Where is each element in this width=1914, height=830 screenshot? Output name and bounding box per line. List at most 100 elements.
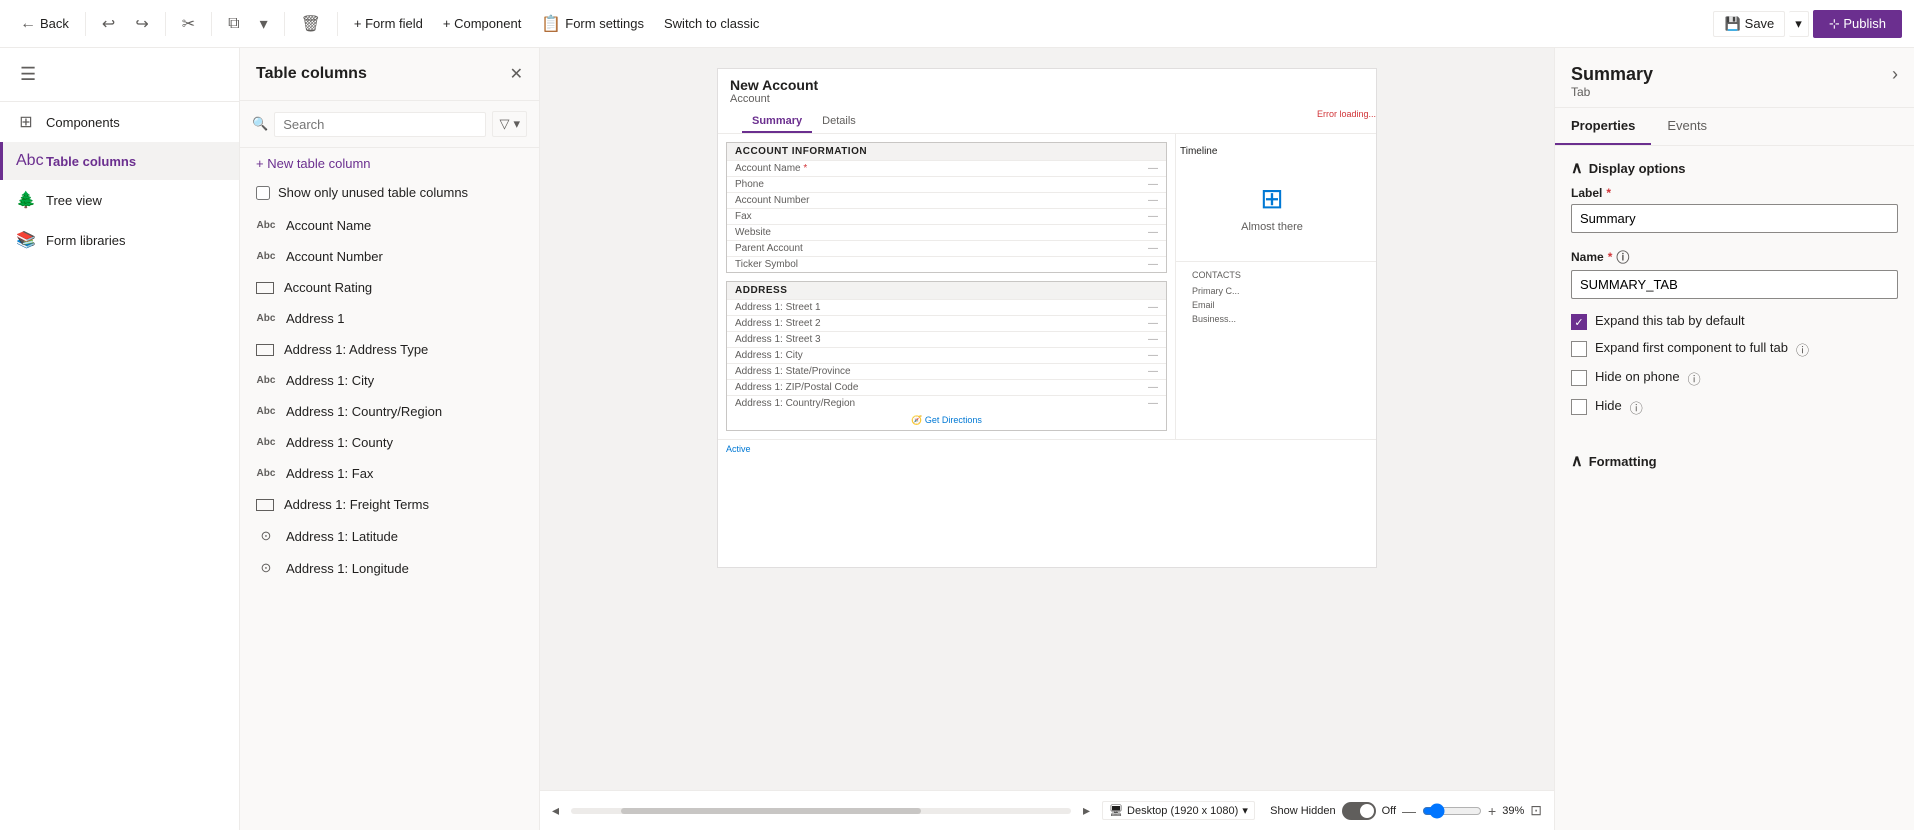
save-dropdown-button[interactable]: ▾ [1789, 11, 1809, 37]
main-layout: ☰ ⊞ Components Abc Table columns 🌲 Tree … [0, 48, 1914, 830]
error-loading-badge: Error loading... [1317, 109, 1376, 119]
address-header: ADDRESS [727, 282, 1166, 299]
name-field-label-text: Name [1571, 250, 1604, 264]
back-button[interactable]: ← Back [12, 11, 77, 37]
cut-button[interactable]: ✂ [174, 10, 203, 38]
hide-info-icon[interactable]: ⓘ [1630, 398, 1643, 417]
right-panel-nav-button[interactable]: › [1892, 64, 1898, 85]
redo-button[interactable]: ↪ [127, 10, 156, 38]
almost-there-label: Almost there [1241, 221, 1303, 233]
list-item[interactable]: Abc Address 1: City [240, 365, 539, 396]
show-unused-checkbox[interactable] [256, 186, 270, 200]
name-required-star: * [1608, 250, 1613, 264]
name-field-input[interactable] [1571, 270, 1898, 299]
tab-details[interactable]: Details [812, 111, 866, 133]
expand-full-checkbox[interactable] [1571, 341, 1587, 357]
hide-label: Hide [1595, 398, 1622, 413]
paste-button[interactable]: ⧉ [220, 11, 247, 37]
switch-classic-button[interactable]: Switch to classic [656, 12, 767, 35]
email-field-preview: Email [1184, 298, 1368, 312]
undo-button[interactable]: ↩ [94, 10, 123, 38]
label-field-group: Label * [1571, 186, 1898, 233]
field-street1: Address 1: Street 1 — [727, 299, 1166, 315]
list-item[interactable]: Address 1: Freight Terms [240, 489, 539, 520]
address-section: ADDRESS Address 1: Street 1 — Address 1:… [726, 281, 1167, 431]
tab-properties[interactable]: Properties [1555, 108, 1651, 145]
search-input[interactable] [274, 112, 486, 137]
hide-phone-checkbox[interactable] [1571, 370, 1587, 386]
field-fax: Fax — [727, 208, 1166, 224]
list-item[interactable]: Account Rating [240, 272, 539, 303]
form-subtitle: Account [730, 93, 1364, 105]
fit-screen-button[interactable]: ⊡ [1530, 802, 1542, 819]
tab-summary[interactable]: Summary [742, 111, 812, 133]
expand-default-checkbox[interactable] [1571, 314, 1587, 330]
name-info-icon[interactable]: ⓘ [1616, 247, 1629, 266]
sidebar-item-form-libraries[interactable]: 📚 Form libraries [0, 220, 239, 260]
list-item[interactable]: Abc Address 1: County [240, 427, 539, 458]
show-hidden-toggle[interactable] [1342, 802, 1376, 820]
scroll-left-button[interactable]: ◂ [552, 802, 559, 819]
right-panel-header: Summary Tab › [1555, 48, 1914, 108]
device-selector[interactable]: 🖥 Desktop (1920 x 1080) ▾ [1102, 801, 1255, 820]
list-item[interactable]: Address 1: Address Type [240, 334, 539, 365]
form-settings-icon: 📋 [541, 14, 561, 34]
field-phone: Phone — [727, 176, 1166, 192]
save-icon: 💾 [1724, 16, 1740, 32]
formatting-section-header[interactable]: ∧ Formatting [1555, 439, 1914, 479]
add-component-button[interactable]: + Component [435, 12, 529, 35]
panel-search-area: 🔍 ▽ ▾ [240, 101, 539, 148]
zoom-in-button[interactable]: + [1488, 803, 1496, 819]
table-columns-panel: Table columns ✕ 🔍 ▽ ▾ + New table column… [240, 48, 540, 830]
sidebar-item-components[interactable]: ⊞ Components [0, 102, 239, 142]
tab-events[interactable]: Events [1651, 108, 1723, 145]
field-ticker-symbol: Ticker Symbol — [727, 256, 1166, 272]
list-item[interactable]: ⊙ Address 1: Longitude [240, 552, 539, 584]
list-item[interactable]: Abc Address 1: Fax [240, 458, 539, 489]
form-settings-button[interactable]: 📋 Form settings [533, 10, 652, 38]
form-status-bar: Active [718, 439, 1376, 458]
col-label-address-type: Address 1: Address Type [284, 342, 428, 357]
add-new-column-button[interactable]: + New table column [240, 148, 539, 179]
name-field-label: Name * ⓘ [1571, 247, 1898, 266]
list-item[interactable]: Abc Account Number [240, 241, 539, 272]
monitor-icon: 🖥 [1109, 804, 1123, 817]
status-label: Active [726, 444, 751, 454]
paste-dropdown-button[interactable]: ▾ [252, 10, 276, 38]
add-form-field-button[interactable]: + Form field [346, 12, 431, 35]
hide-phone-info-icon[interactable]: ⓘ [1688, 369, 1701, 388]
horizontal-scrollbar[interactable] [571, 808, 1071, 814]
list-item[interactable]: Abc Address 1: Country/Region [240, 396, 539, 427]
zoom-out-button[interactable]: — [1402, 803, 1416, 819]
business-field-preview: Business... [1184, 312, 1368, 326]
hamburger-button[interactable]: ☰ [16, 60, 40, 89]
toggle-state-label: Off [1382, 805, 1396, 817]
display-options-chevron-icon: ∧ [1571, 158, 1583, 178]
get-directions-label: 🧭 Get Directions [911, 415, 982, 425]
get-directions-button[interactable]: 🧭 Get Directions [727, 411, 1166, 430]
column-list: Abc Account Name Abc Account Number Acco… [240, 210, 539, 830]
expand-full-info-icon[interactable]: ⓘ [1796, 340, 1809, 359]
list-item[interactable]: Abc Account Name [240, 210, 539, 241]
panel-close-button[interactable]: ✕ [510, 64, 523, 84]
save-button[interactable]: 💾 Save [1713, 11, 1785, 37]
hide-phone-label: Hide on phone [1595, 369, 1680, 384]
zoom-slider[interactable] [1422, 803, 1482, 819]
components-label: Components [46, 115, 120, 130]
scroll-right-button[interactable]: ▸ [1083, 802, 1090, 819]
label-field-input[interactable] [1571, 204, 1898, 233]
hide-checkbox[interactable] [1571, 399, 1587, 415]
publish-button[interactable]: ⊹ Publish [1813, 10, 1902, 38]
device-label: Desktop (1920 x 1080) [1127, 805, 1238, 817]
col-icon-address-county: Abc [256, 437, 276, 448]
display-options-section-header[interactable]: ∧ Display options [1555, 146, 1914, 186]
contacts-label: CONTACTS [1184, 266, 1368, 284]
add-component-label: + Component [443, 16, 521, 31]
list-item[interactable]: Abc Address 1 [240, 303, 539, 334]
delete-button[interactable]: 🗑 [293, 10, 329, 38]
sidebar-item-tree-view[interactable]: 🌲 Tree view [0, 180, 239, 220]
list-item[interactable]: ⊙ Address 1: Latitude [240, 520, 539, 552]
filter-button[interactable]: ▽ ▾ [492, 111, 527, 137]
sidebar-item-table-columns[interactable]: Abc Table columns [0, 142, 239, 180]
col-icon-address-fax: Abc [256, 468, 276, 479]
